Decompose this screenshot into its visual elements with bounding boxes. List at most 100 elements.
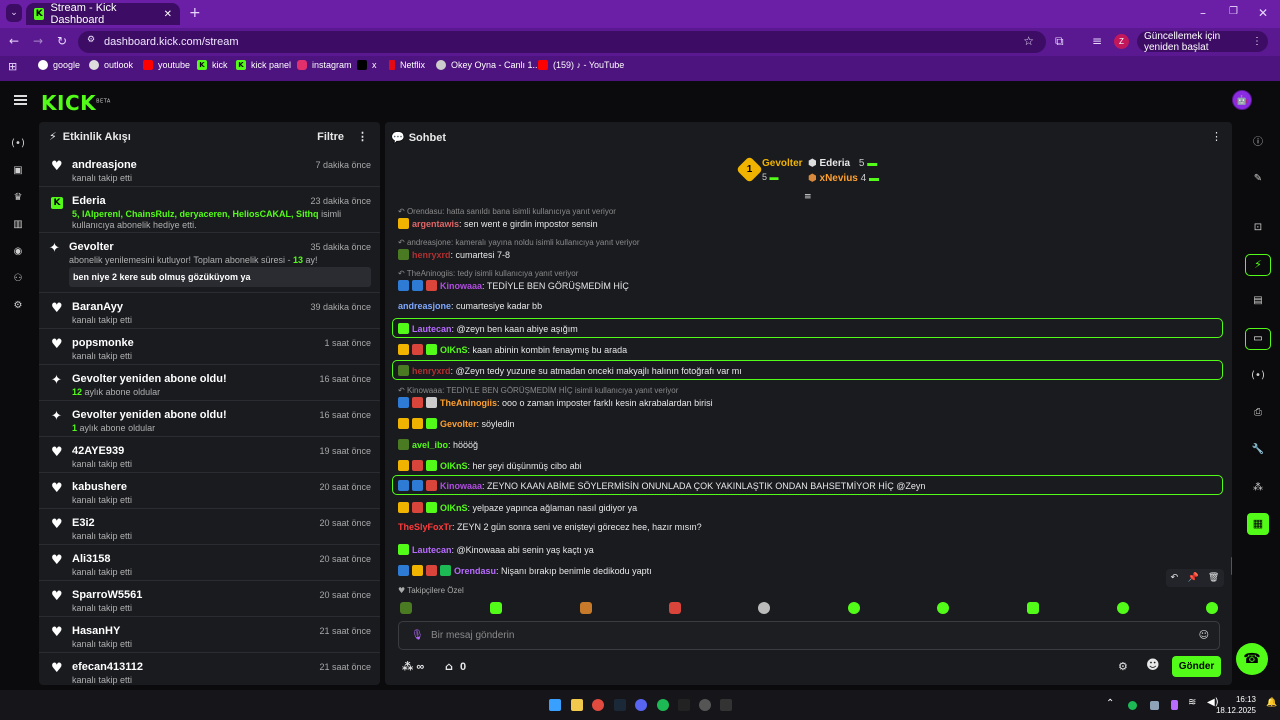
channel-points[interactable]: ⁂ ∞: [402, 660, 424, 673]
close-window-icon[interactable]: ✕: [1258, 6, 1268, 20]
feed-item-name[interactable]: popsmonke: [72, 337, 134, 349]
feed-item-name[interactable]: andreasjone: [72, 159, 137, 171]
chat-input[interactable]: 🎙 Bir mesaj gönderin ☺: [398, 621, 1220, 650]
dashboard-icon[interactable]: ▣: [11, 164, 25, 178]
steam-active-icon[interactable]: [720, 699, 732, 711]
file-explorer-icon[interactable]: [571, 699, 583, 711]
feed-item[interactable]: K Ederia 23 dakika önce 5, lAlperenl, Chain…: [39, 187, 380, 233]
chat-username[interactable]: Lautecan: [412, 324, 452, 334]
pin-icon[interactable]: 📌: [1187, 573, 1198, 583]
reply-context[interactable]: ↶ Kinowaaa: TEDİYLE BEN GÖRÜŞMEDİM HİÇ i…: [398, 386, 678, 395]
emote-5[interactable]: [758, 602, 770, 614]
browser-tab[interactable]: K Stream - Kick Dashboard ✕: [26, 2, 180, 26]
bookmark-x[interactable]: x: [357, 60, 377, 70]
tray-spotify-icon[interactable]: [1128, 701, 1137, 710]
feed-item-name[interactable]: SparroW5561: [72, 589, 142, 601]
chat-message[interactable]: Orendasu: Nişanı bırakıp benimle dedikod…: [398, 565, 652, 576]
activity-feed-toggle-icon[interactable]: ⚡: [1245, 254, 1271, 276]
chat-message[interactable]: Kinowaaa: TEDİYLE BEN GÖRÜŞMEDİM HİÇ: [398, 280, 629, 291]
chat-username[interactable]: Lautecan: [412, 545, 452, 555]
feed-item[interactable]: ✦ Gevolter yeniden abone oldu! 16 saat önc…: [39, 365, 380, 401]
steam-icon[interactable]: [614, 699, 626, 711]
chat-username[interactable]: Kinowaaa: [440, 481, 482, 491]
chat-message[interactable]: Gevolter: söyledin: [398, 418, 515, 429]
feed-item-name[interactable]: Ali3158: [72, 553, 111, 565]
back-icon[interactable]: ←: [9, 34, 19, 48]
feed-item[interactable]: ♥ HasanHY 21 saat önce kanalı takip etti: [39, 617, 380, 653]
document-icon[interactable]: ▤: [1251, 294, 1265, 308]
update-restart-button[interactable]: Güncellemek için yeniden başlat ⋮: [1137, 31, 1268, 53]
feed-item[interactable]: ♥ E3i2 20 saat önce kanalı takip etti: [39, 509, 380, 545]
chat-message[interactable]: avel_ibo: höööğ: [398, 439, 478, 450]
tray-network-icon[interactable]: ≋: [1188, 697, 1196, 708]
reply-context[interactable]: ↶ Orendasu: hatta sanıldı bana isimli ku…: [398, 207, 616, 216]
delete-icon[interactable]: 🗑: [1208, 573, 1219, 583]
tray-steam-icon[interactable]: [1150, 701, 1159, 710]
wrench-icon[interactable]: 🔧: [1251, 443, 1265, 457]
bookmark-instagram[interactable]: instagram: [297, 60, 352, 70]
reload-icon[interactable]: ↻: [57, 34, 67, 48]
chat-message[interactable]: argentawis: sen went e girdin impostor s…: [398, 218, 598, 229]
chat-menu-icon[interactable]: ⋮: [1211, 130, 1222, 143]
feed-item-name[interactable]: E3i2: [72, 517, 95, 529]
feed-item[interactable]: ✦ Gevolter yeniden abone oldu! 16 saat önc…: [39, 401, 380, 437]
tray-expand-icon[interactable]: ⌃: [1106, 698, 1114, 709]
capture-icon[interactable]: ⊡: [1251, 221, 1265, 235]
chat-scrollbar[interactable]: [1231, 557, 1232, 575]
emote-8[interactable]: [1027, 602, 1039, 614]
filter-button[interactable]: Filtre: [317, 131, 344, 143]
analytics-icon[interactable]: ▥: [11, 218, 25, 232]
minimize-icon[interactable]: –: [1200, 6, 1206, 20]
store-button[interactable]: ⌂ 0: [445, 660, 466, 673]
discord-icon[interactable]: [635, 699, 647, 711]
chat-message[interactable]: TheAninogiis: ooo o zaman imposter farkl…: [398, 397, 713, 408]
obs-icon[interactable]: [699, 699, 711, 711]
feed-item[interactable]: ♥ popsmonke 1 saat önce kanalı takip etti: [39, 329, 380, 365]
apps-grid-icon[interactable]: ⊞: [8, 60, 17, 73]
taskbar-clock[interactable]: 16:13 18.12.2025: [1216, 694, 1256, 716]
feed-item-name[interactable]: efecan413112: [72, 661, 143, 673]
site-info-icon[interactable]: ⚙: [87, 35, 95, 45]
feed-item[interactable]: ♥ Ali3158 20 saat önce kanalı takip etti: [39, 545, 380, 581]
chat-message[interactable]: TheSlyFoxTr: ZEYN 2 gün sonra seni ve en…: [398, 522, 702, 532]
leaderboard-second[interactable]: ⬢ Ederia 5 ▬: [808, 158, 877, 169]
chat-username[interactable]: Orendasu: [454, 566, 496, 576]
emote-3[interactable]: [580, 602, 592, 614]
emote-2[interactable]: [490, 602, 502, 614]
leaderboard-third[interactable]: ⬢ xNevius 4 ▬: [808, 173, 879, 184]
info-icon[interactable]: ⓘ: [1251, 136, 1265, 150]
emote-9[interactable]: [1117, 602, 1129, 614]
printer-icon[interactable]: ⎙: [1251, 406, 1265, 420]
windows-start-icon[interactable]: [549, 699, 561, 711]
feed-item[interactable]: ♥ andreasjone 7 dakika önce kanalı takip et…: [39, 151, 380, 187]
feed-menu-icon[interactable]: ⋮: [357, 130, 368, 143]
feed-item[interactable]: ♥ SparroW5561 20 saat önce kanalı takip ett…: [39, 581, 380, 617]
broadcast-icon[interactable]: (•): [1251, 369, 1265, 383]
emote-10[interactable]: [1206, 602, 1218, 614]
trophy-icon[interactable]: ♛: [11, 191, 25, 205]
chat-message[interactable]: OlKnS: yelpaze yapınca ağlaman nasıl gid…: [398, 502, 637, 513]
emoji-icon[interactable]: ☺: [1199, 622, 1209, 649]
expand-leaderboard-icon[interactable]: ≡: [804, 192, 812, 202]
chat-username[interactable]: OlKnS: [440, 503, 468, 513]
chat-settings-icon[interactable]: ⚙: [1118, 660, 1128, 673]
notification-bell-icon[interactable]: 🔔: [1266, 698, 1277, 708]
microphone-icon[interactable]: 🎙: [411, 622, 424, 649]
bookmark-outlook[interactable]: outlook: [89, 60, 133, 70]
chat-message[interactable]: henryxrd: cumartesi 7-8: [398, 249, 510, 260]
tray-mic-icon[interactable]: [1171, 700, 1178, 710]
chrome-icon[interactable]: [592, 699, 604, 711]
profile-avatar[interactable]: Z: [1114, 34, 1129, 49]
new-tab-icon[interactable]: +: [189, 5, 201, 21]
chat-message[interactable]: Lautecan: @zeyn ben kaan abiye aşığım: [398, 323, 578, 334]
chat-username[interactable]: TheAninogiis: [440, 398, 497, 408]
nodes-icon[interactable]: ⁂: [1251, 481, 1265, 495]
chat-username[interactable]: TheSlyFoxTr: [398, 522, 452, 532]
send-button[interactable]: Gönder: [1172, 656, 1221, 677]
edit-pencil-icon[interactable]: ✎: [1251, 172, 1265, 186]
reply-icon[interactable]: ↶: [1171, 573, 1179, 583]
feed-item[interactable]: ♥ efecan413112 21 saat önce kanalı takip et…: [39, 653, 380, 685]
bookmark-youtube[interactable]: youtube: [143, 60, 190, 70]
settings-gear-icon[interactable]: ⚙: [11, 299, 25, 313]
emote-1[interactable]: [400, 602, 412, 614]
